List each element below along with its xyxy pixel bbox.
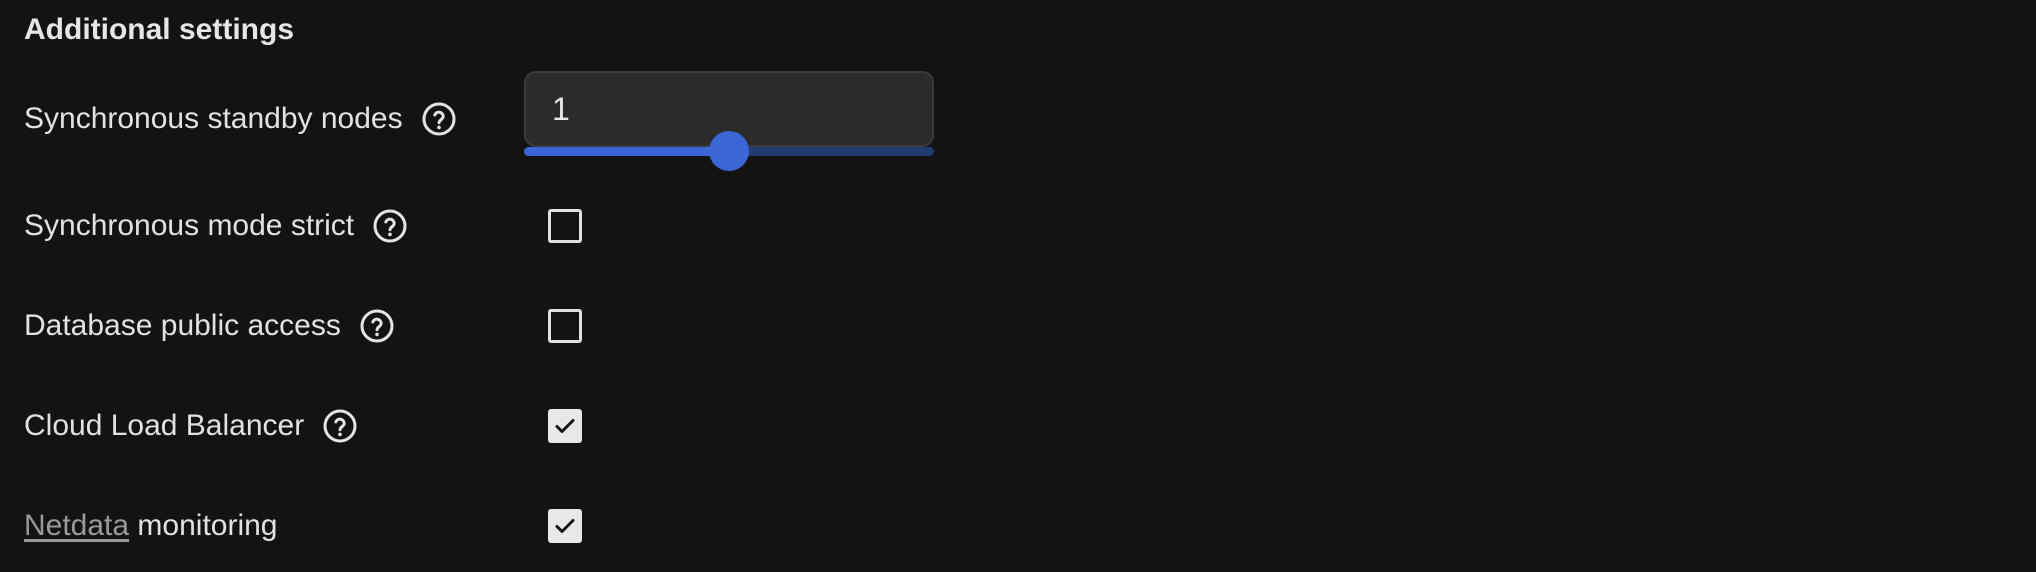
public-access-row: Database public access (24, 304, 395, 348)
help-circle-icon[interactable] (322, 408, 358, 444)
mode-strict-row: Synchronous mode strict (24, 204, 408, 248)
help-circle-icon[interactable] (372, 208, 408, 244)
netdata-label: Netdata monitoring (24, 504, 277, 548)
netdata-link[interactable]: Netdata (24, 509, 129, 542)
standby-nodes-slider-thumb[interactable] (709, 131, 749, 171)
public-access-label: Database public access (24, 309, 341, 342)
load-balancer-checkbox[interactable] (548, 409, 582, 443)
public-access-checkbox[interactable] (548, 309, 582, 343)
netdata-row: Netdata monitoring (24, 504, 277, 548)
help-circle-icon[interactable] (359, 308, 395, 344)
standby-nodes-slider-fill (524, 147, 729, 156)
netdata-label-suffix: monitoring (129, 509, 278, 542)
standby-nodes-row: Synchronous standby nodes (24, 97, 457, 141)
help-circle-icon[interactable] (421, 101, 457, 137)
check-icon (555, 419, 575, 433)
load-balancer-label: Cloud Load Balancer (24, 409, 305, 442)
check-icon (555, 519, 575, 533)
netdata-checkbox[interactable] (548, 509, 582, 543)
section-title: Additional settings (24, 13, 294, 46)
mode-strict-checkbox[interactable] (548, 209, 582, 243)
load-balancer-row: Cloud Load Balancer (24, 404, 358, 448)
mode-strict-label: Synchronous mode strict (24, 209, 355, 242)
standby-nodes-label: Synchronous standby nodes (24, 102, 403, 135)
